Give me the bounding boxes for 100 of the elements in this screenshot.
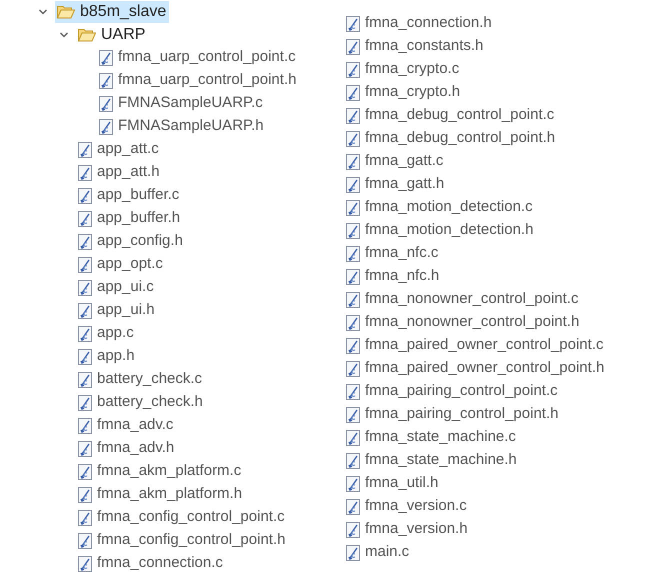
file-label: fmna_constants.h: [365, 36, 484, 56]
file-label: fmna_debug_control_point.c: [365, 105, 554, 126]
file-label: fmna_akm_platform.c: [97, 461, 242, 482]
source-file-icon: [78, 394, 92, 410]
source-file-icon: [346, 108, 360, 124]
source-file-icon: [99, 118, 113, 134]
file-item[interactable]: app_config.h: [78, 230, 183, 252]
file-item[interactable]: fmna_nfc.h: [346, 266, 440, 288]
source-file-icon: [99, 96, 113, 112]
file-item[interactable]: fmna_akm_platform.c: [78, 460, 242, 482]
file-item[interactable]: fmna_motion_detection.h: [346, 220, 534, 242]
source-file-icon: [78, 418, 92, 434]
source-file-icon: [346, 430, 360, 446]
file-item[interactable]: fmna_nfc.c: [346, 242, 438, 264]
file-item[interactable]: fmna_crypto.h: [346, 82, 460, 104]
file-item[interactable]: fmna_adv.h: [78, 438, 174, 460]
source-file-icon: [78, 326, 92, 342]
file-item[interactable]: fmna_version.h: [346, 518, 468, 540]
file-item[interactable]: fmna_connection.h: [346, 12, 492, 34]
file-item[interactable]: fmna_constants.h: [346, 36, 484, 58]
file-label: fmna_version.c: [365, 496, 467, 516]
file-label: fmna_uarp_control_point.h: [118, 70, 296, 90]
file-item[interactable]: fmna_crypto.c: [346, 58, 460, 80]
file-item[interactable]: fmna_debug_control_point.c: [346, 104, 554, 126]
source-file-icon: [346, 176, 360, 192]
source-file-icon: [346, 130, 360, 146]
folder-item[interactable]: b85m_slave: [55, 0, 170, 22]
source-file-icon: [78, 348, 92, 364]
file-label: battery_check.c: [97, 369, 202, 390]
source-file-icon: [78, 142, 92, 158]
file-label: fmna_config_control_point.c: [97, 507, 285, 528]
file-label: fmna_gatt.c: [365, 151, 444, 172]
file-item[interactable]: fmna_gatt.h: [346, 174, 444, 196]
file-label: FMNASampleUARP.h: [118, 116, 264, 136]
file-item[interactable]: main.c: [346, 542, 410, 564]
file-item[interactable]: battery_check.h: [78, 392, 203, 414]
file-item[interactable]: fmna_state_machine.c: [346, 426, 516, 448]
source-file-icon: [78, 440, 92, 456]
file-item[interactable]: fmna_config_control_point.h: [78, 530, 286, 552]
file-label: fmna_pairing_control_point.c: [365, 381, 558, 402]
source-file-icon: [78, 486, 92, 502]
file-item[interactable]: app_ui.c: [78, 276, 154, 298]
source-file-icon: [78, 256, 92, 272]
file-item[interactable]: app_att.h: [78, 162, 160, 184]
source-file-icon: [346, 544, 360, 560]
source-file-icon: [346, 246, 360, 262]
file-item[interactable]: fmna_gatt.c: [346, 150, 444, 172]
file-label: fmna_adv.c: [97, 415, 174, 436]
file-item[interactable]: app.h: [78, 346, 135, 368]
source-file-icon: [346, 200, 360, 216]
chevron-icon[interactable]: [59, 30, 69, 40]
source-file-icon: [346, 222, 360, 238]
chevron-icon[interactable]: [38, 6, 48, 16]
source-file-icon: [346, 406, 360, 422]
file-item[interactable]: fmna_debug_control_point.h: [346, 128, 556, 150]
file-item[interactable]: battery_check.c: [78, 368, 202, 390]
file-label: fmna_adv.h: [97, 438, 174, 458]
file-item[interactable]: fmna_pairing_control_point.h: [346, 404, 558, 426]
file-label: fmna_nfc.h: [365, 266, 440, 286]
file-item[interactable]: FMNASampleUARP.c: [99, 92, 263, 114]
file-item[interactable]: app_ui.h: [78, 300, 155, 322]
file-item[interactable]: fmna_state_machine.h: [346, 450, 517, 472]
file-label: fmna_config_control_point.h: [97, 530, 286, 550]
source-file-icon: [346, 314, 360, 330]
file-item[interactable]: fmna_version.c: [346, 496, 467, 518]
file-item[interactable]: app_att.c: [78, 138, 159, 160]
file-item[interactable]: fmna_motion_detection.c: [346, 196, 533, 218]
file-label: app_att.h: [97, 162, 160, 182]
file-item[interactable]: fmna_util.h: [346, 472, 438, 494]
file-label: app_buffer.h: [97, 208, 180, 228]
file-label: fmna_util.h: [365, 473, 438, 494]
file-item[interactable]: fmna_adv.c: [78, 414, 174, 436]
file-item[interactable]: fmna_connection.c: [78, 552, 223, 573]
source-file-icon: [346, 292, 360, 308]
file-label: fmna_gatt.h: [365, 174, 444, 194]
file-item[interactable]: app_buffer.h: [78, 208, 180, 230]
source-file-icon: [78, 210, 92, 226]
file-item[interactable]: FMNASampleUARP.h: [99, 116, 264, 138]
file-label: app.h: [97, 346, 135, 366]
file-item[interactable]: fmna_uarp_control_point.h: [99, 70, 296, 92]
file-label: app_att.c: [97, 139, 159, 160]
file-label: app_buffer.c: [97, 185, 180, 206]
source-file-icon: [346, 154, 360, 170]
file-label: fmna_crypto.c: [365, 59, 460, 80]
file-item[interactable]: app_buffer.c: [78, 184, 180, 206]
file-item[interactable]: app.c: [78, 322, 134, 344]
source-file-icon: [99, 72, 113, 88]
source-file-icon: [78, 188, 92, 204]
file-label: fmna_version.h: [365, 519, 468, 540]
source-file-icon: [346, 522, 360, 538]
file-item[interactable]: fmna_uarp_control_point.c: [99, 46, 296, 68]
source-file-icon: [78, 280, 92, 296]
source-file-icon: [346, 452, 360, 468]
file-label: app_ui.h: [97, 300, 155, 320]
file-item[interactable]: fmna_akm_platform.h: [78, 484, 242, 506]
source-file-icon: [78, 302, 92, 318]
folder-item[interactable]: UARP: [76, 24, 148, 46]
file-item[interactable]: fmna_pairing_control_point.c: [346, 380, 558, 402]
file-item[interactable]: fmna_config_control_point.c: [78, 506, 285, 528]
file-item[interactable]: app_opt.c: [78, 254, 163, 276]
